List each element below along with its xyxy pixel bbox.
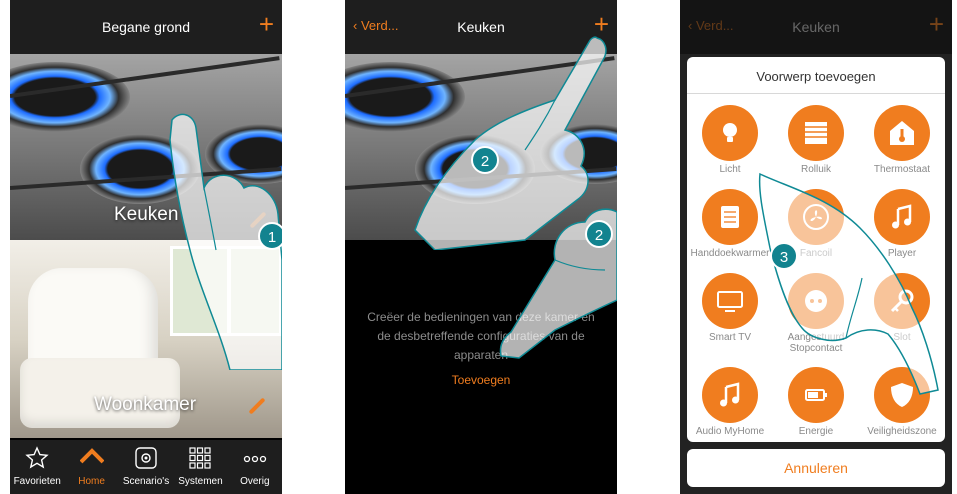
object-icon-circle [702, 273, 758, 329]
music-note-icon [720, 382, 740, 407]
nav-label: Home [78, 476, 105, 487]
object-label: Handdoekwarmer [690, 248, 770, 259]
object-icon-circle [788, 273, 844, 329]
step-badge: 1 [258, 222, 282, 250]
object-label: Rolluik [800, 164, 831, 175]
top-bar: Begane grond + [10, 0, 282, 54]
object-label: Audio MyHome [695, 426, 765, 437]
room-name-label: Keuken [114, 204, 179, 225]
nav-item-scenarios[interactable]: Scenario's [119, 440, 173, 494]
fan-icon [803, 204, 829, 230]
object-icon-circle [788, 367, 844, 423]
object-slot[interactable]: Slot [859, 273, 945, 343]
window-image [170, 246, 230, 336]
step-badge: 3 [770, 242, 798, 270]
nav-label: Scenario's [122, 476, 170, 487]
object-handdoekwarmer[interactable]: Handdoekwarmer [687, 189, 773, 259]
divider [687, 93, 945, 94]
object-icon-circle [788, 189, 844, 245]
add-link[interactable]: Toevoegen [345, 373, 617, 387]
step-badge: 2 [585, 220, 613, 248]
nav-item-favorieten[interactable]: Favorieten [10, 440, 64, 494]
nav-label: Overig [240, 476, 270, 487]
object-label: Smart TV [708, 332, 752, 343]
object-label: Slot [893, 332, 911, 343]
dialog-title: Voorwerp toevoegen [756, 69, 876, 84]
home-icon [79, 448, 104, 464]
object-thermostaat[interactable]: Thermostaat [859, 105, 945, 175]
object-label: Veiligheidszone [867, 426, 937, 437]
object-aangestuurd-stopcontact[interactable]: Aangestuurd Stopcontact [773, 273, 859, 354]
object-icon-circle [874, 189, 930, 245]
shield-icon [891, 383, 913, 407]
music-note-icon [892, 204, 912, 229]
cancel-button[interactable]: Annuleren [687, 449, 945, 487]
object-veiligheidszone[interactable]: Veiligheidszone [859, 367, 945, 437]
top-bar: ‹ Verd... Keuken + [680, 0, 952, 54]
socket-icon [805, 290, 827, 312]
object-label: Player [887, 248, 917, 259]
screen-title: Keuken [457, 19, 505, 35]
object-energie[interactable]: Energie [773, 367, 859, 437]
window-image [228, 246, 282, 336]
object-label: Aangestuurd Stopcontact [787, 332, 845, 354]
grid-icon [189, 447, 212, 469]
add-icon[interactable]: + [594, 11, 609, 37]
object-player[interactable]: Player [859, 189, 945, 259]
key-icon [890, 289, 914, 313]
tv-icon [717, 291, 743, 312]
step-badge: 2 [471, 146, 499, 174]
object-label: Thermostaat [873, 164, 931, 175]
object-audio-myhome[interactable]: Audio MyHome [687, 367, 773, 437]
empty-state-message: Creëer de bedieningen van deze kamer en … [367, 310, 595, 362]
screen-title: Keuken [792, 19, 840, 35]
edit-pencil-icon[interactable] [248, 397, 266, 415]
object-icon-circle [702, 189, 758, 245]
add-icon[interactable]: + [929, 11, 944, 37]
nav-item-systemen[interactable]: Systemen [173, 440, 227, 494]
towel-warmer-icon [721, 206, 739, 228]
screen-title: Begane grond [102, 19, 190, 35]
armchair-seat-image [20, 358, 180, 428]
burner-image [345, 62, 465, 132]
phone-screen-room-empty: ‹ Verd... Keuken + Creëer de bedieningen… [345, 0, 617, 494]
nav-item-home[interactable]: Home [64, 440, 118, 494]
nav-item-overig[interactable]: Overig [228, 440, 282, 494]
phone-screen-add-object: ‹ Verd... Keuken + Voorwerp toevoegen Li… [680, 0, 952, 494]
object-icon-circle [874, 105, 930, 161]
star-icon [25, 446, 49, 469]
top-bar: ‹ Verd... Keuken + [345, 0, 617, 54]
object-icon-circle [702, 105, 758, 161]
object-label: Licht [719, 164, 741, 175]
scenario-icon [135, 447, 157, 469]
thermostat-icon [890, 121, 914, 145]
room-card-keuken[interactable]: Keuken [10, 54, 282, 240]
object-icon-circle [788, 105, 844, 161]
bulb-icon [723, 123, 737, 142]
object-licht[interactable]: Licht [687, 105, 773, 175]
object-label: Energie [798, 426, 834, 437]
object-smart-tv[interactable]: Smart TV [687, 273, 773, 343]
nav-label: Favorieten [13, 476, 61, 487]
object-icon-circle [702, 367, 758, 423]
object-rolluik[interactable]: Rolluik [773, 105, 859, 175]
add-object-dialog: Voorwerp toevoegen Licht Rolluik Thermos… [687, 57, 945, 442]
phone-screen-rooms: Begane grond + Keuken Woonkamer Favoriet… [10, 0, 282, 494]
nav-label: Systemen [178, 476, 223, 487]
room-name-label: Woonkamer [94, 394, 197, 415]
battery-icon [805, 389, 827, 401]
shutter-icon [805, 122, 827, 144]
burner-image [80, 134, 200, 204]
object-icon-circle [874, 367, 930, 423]
room-card-woonkamer[interactable]: Woonkamer [10, 240, 282, 438]
bottom-navigation: Favorieten Home Scenario's Systemen Over… [10, 440, 282, 494]
add-icon[interactable]: + [259, 11, 274, 37]
object-icon-circle [874, 273, 930, 329]
more-icon [243, 455, 266, 463]
burner-image [10, 62, 130, 132]
